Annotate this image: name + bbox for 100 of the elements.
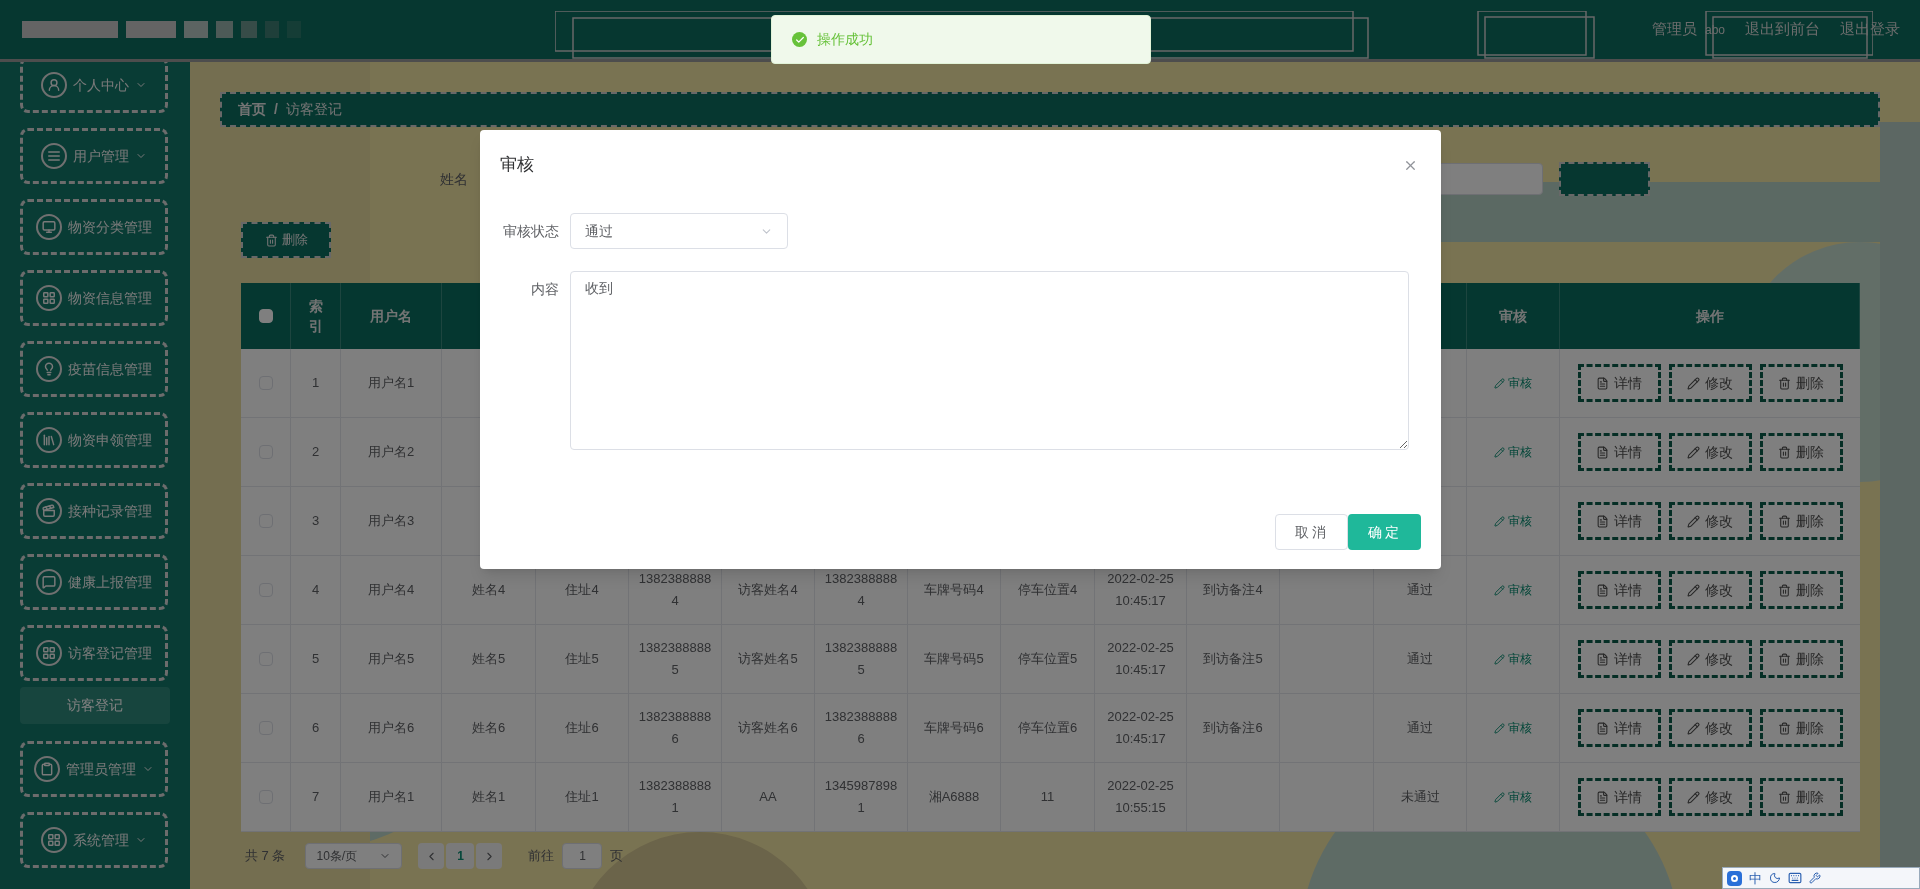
audit-link[interactable]: 审核 — [1494, 581, 1532, 599]
column-header: 索引 — [291, 283, 341, 349]
table-cell: 2022-02-25 10:55:15 — [1095, 763, 1187, 832]
audit-link[interactable]: 审核 — [1494, 719, 1532, 737]
audit-link[interactable]: 审核 — [1494, 443, 1532, 461]
action-button[interactable]: 修改 — [1668, 709, 1752, 747]
table-cell: 用户名1 — [341, 349, 442, 418]
breadcrumb-link[interactable]: 首页 — [238, 99, 266, 120]
page-number[interactable]: 1 — [446, 843, 475, 869]
keyboard-icon[interactable] — [1788, 871, 1802, 885]
search-button[interactable] — [1559, 162, 1650, 196]
table-cell: 13459878981 — [815, 763, 908, 832]
confirm-button[interactable]: 确定 — [1348, 514, 1421, 550]
user-icon — [41, 72, 67, 98]
column-header: 用户名 — [341, 283, 442, 349]
action-button[interactable]: 删除 — [1759, 640, 1843, 678]
ime-logo-icon — [1727, 870, 1742, 886]
menu-item[interactable]: 用户管理 — [20, 128, 168, 184]
menu-item[interactable]: 系统管理 — [20, 812, 168, 868]
table-cell: 11 — [1001, 763, 1095, 832]
audit-link[interactable]: 审核 — [1494, 788, 1532, 806]
table-cell: 车牌号码6 — [908, 694, 1001, 763]
wrench-icon[interactable] — [1809, 872, 1821, 884]
audit-link[interactable]: 审核 — [1494, 650, 1532, 668]
pencil-icon — [1494, 515, 1505, 527]
menu-item[interactable]: 物资申领管理 — [20, 412, 168, 468]
table-cell: 停车位置6 — [1001, 694, 1095, 763]
action-button[interactable]: 修改 — [1668, 364, 1752, 402]
list-icon — [41, 143, 67, 169]
action-button[interactable]: 详情 — [1577, 364, 1661, 402]
table-cell: 未通过 — [1374, 763, 1467, 832]
goto-page-field[interactable]: 1 — [562, 843, 603, 869]
action-button[interactable]: 修改 — [1668, 571, 1752, 609]
table-cell: 4 — [291, 556, 341, 625]
ime-mode[interactable]: 中 — [1749, 871, 1762, 885]
content-field[interactable]: 收到 — [570, 271, 1409, 450]
action-button[interactable]: 修改 — [1668, 640, 1752, 678]
message-icon — [36, 569, 62, 595]
action-button[interactable]: 详情 — [1577, 571, 1661, 609]
pencil-icon — [1494, 791, 1505, 803]
pencil-icon — [1687, 445, 1700, 459]
field-label: 审核状态 — [502, 222, 560, 241]
menu-item[interactable]: 访客登记管理 — [20, 625, 168, 681]
previous-page-button[interactable] — [418, 843, 445, 869]
breadcrumb-link[interactable]: 访客登记 — [285, 99, 342, 120]
action-button[interactable]: 修改 — [1668, 433, 1752, 471]
pencil-icon — [1687, 790, 1700, 804]
document-icon — [1596, 652, 1609, 666]
menu-item[interactable]: 物资分类管理 — [20, 199, 168, 255]
submenu-item[interactable]: 访客登记 — [20, 687, 170, 724]
action-button[interactable]: 详情 — [1577, 502, 1661, 540]
table-cell: 3 — [291, 487, 341, 556]
grid-icon — [36, 285, 62, 311]
action-button[interactable]: 删除 — [1759, 433, 1843, 471]
document-icon — [1596, 445, 1609, 459]
header-link[interactable]: 退出到前台 — [1745, 18, 1820, 41]
delete-button[interactable]: 删除 — [241, 222, 331, 258]
action-button[interactable]: 删除 — [1759, 502, 1843, 540]
action-button[interactable]: 详情 — [1577, 778, 1661, 816]
table-cell: 13823888885 — [815, 625, 908, 694]
menu-item[interactable]: 物资信息管理 — [20, 270, 168, 326]
table-cell: 姓名6 — [442, 694, 536, 763]
cancel-button[interactable]: 取消 — [1275, 514, 1348, 550]
action-button[interactable]: 修改 — [1668, 502, 1752, 540]
dialog-title: 审核 — [500, 154, 534, 177]
action-button[interactable]: 详情 — [1577, 640, 1661, 678]
table-cell: 访客姓名5 — [722, 625, 815, 694]
audit-link[interactable]: 审核 — [1494, 374, 1532, 392]
table-cell: 用户名1 — [341, 763, 442, 832]
menu-item[interactable]: 管理员管理 — [20, 741, 168, 797]
action-button[interactable]: 删除 — [1759, 364, 1843, 402]
pencil-icon — [1687, 376, 1700, 390]
goto-label: 前往 — [528, 847, 555, 866]
audit-link[interactable]: 审核 — [1494, 512, 1532, 530]
trash-icon — [264, 233, 278, 247]
menu-item[interactable]: 健康上报管理 — [20, 554, 168, 610]
moon-icon[interactable] — [1769, 872, 1781, 884]
action-button[interactable]: 详情 — [1577, 433, 1661, 471]
table-cell: 车牌号码5 — [908, 625, 1001, 694]
pencil-icon — [1494, 584, 1505, 596]
page-size-select[interactable]: 10条/页 — [305, 843, 403, 869]
next-page-button[interactable] — [476, 843, 503, 869]
table-cell: 姓名1 — [442, 763, 536, 832]
status-select[interactable]: 通过 — [570, 213, 788, 249]
action-button[interactable]: 删除 — [1759, 778, 1843, 816]
action-button[interactable]: 删除 — [1759, 571, 1843, 609]
table-cell: 1 — [291, 349, 341, 418]
table-cell: 通过 — [1374, 625, 1467, 694]
monitor-icon — [36, 214, 62, 240]
table-cell: 7 — [291, 763, 341, 832]
table-cell: 姓名5 — [442, 625, 536, 694]
action-button[interactable]: 详情 — [1577, 709, 1661, 747]
pencil-icon — [1687, 652, 1700, 666]
document-icon — [1596, 376, 1609, 390]
menu-item[interactable]: 疫苗信息管理 — [20, 341, 168, 397]
action-button[interactable]: 修改 — [1668, 778, 1752, 816]
menu-item[interactable]: 个人中心 — [20, 62, 168, 113]
goto-suffix: 页 — [610, 847, 624, 866]
menu-item[interactable]: 接种记录管理 — [20, 483, 168, 539]
action-button[interactable]: 删除 — [1759, 709, 1843, 747]
